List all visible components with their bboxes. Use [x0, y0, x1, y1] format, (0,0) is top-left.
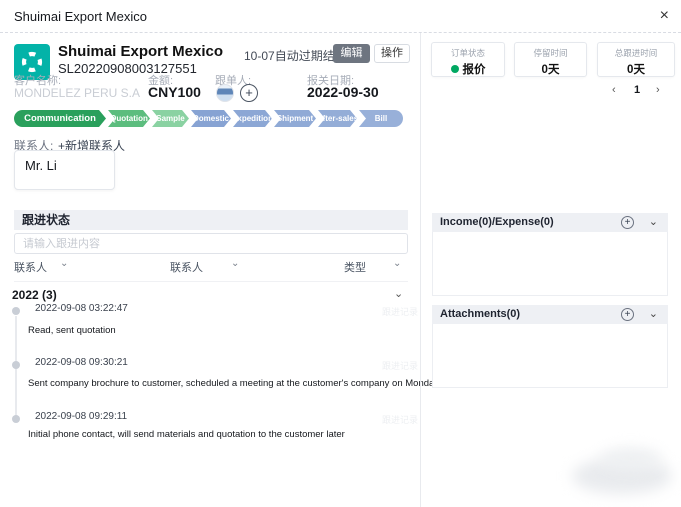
chevron-down-icon[interactable]: ⌄ — [649, 215, 658, 228]
add-follower-button[interactable]: + — [240, 84, 258, 102]
close-icon[interactable]: × — [660, 6, 669, 26]
stage-shipment[interactable]: Shipment — [274, 110, 316, 127]
follow-up-input[interactable] — [14, 233, 408, 254]
income-expense-header: Income(0)/Expense(0) + ⌄ — [432, 213, 668, 232]
attachments-body — [432, 324, 668, 388]
contact-name: Mr. Li — [15, 151, 114, 173]
entry-timestamp: 2022-09-08 09:30:21 — [35, 357, 128, 368]
entry-timestamp: 2022-09-08 09:29:11 — [35, 411, 127, 422]
pagination-prev-icon[interactable]: ‹ — [612, 84, 616, 96]
follow-up-section-header: 跟进状态 — [14, 210, 408, 230]
stay-time-value: 0天 — [515, 61, 586, 77]
filter-contact-2[interactable]: 联系人 — [170, 259, 203, 275]
entry-tag: 跟进记录 — [382, 305, 418, 318]
order-number: SL20220908003127551 — [58, 61, 197, 76]
stay-time-card: 停留时间 0天 — [514, 42, 587, 77]
contact-card[interactable]: Mr. Li — [14, 150, 115, 190]
total-follow-time-card: 总跟进时间 0天 — [597, 42, 675, 77]
add-income-icon[interactable]: + — [621, 216, 634, 229]
pagination-next-icon[interactable]: › — [656, 84, 660, 96]
follower-avatar[interactable] — [216, 84, 234, 102]
customer-name-value: MONDELEZ PERU S.A — [14, 86, 140, 100]
entry-timestamp: 2022-09-08 03:22:47 — [35, 303, 128, 314]
chevron-down-icon[interactable]: ⌄ — [60, 258, 68, 269]
follow-up-section-title: 跟进状态 — [14, 210, 408, 230]
divider — [14, 281, 408, 282]
chevron-down-icon[interactable]: ⌄ — [649, 307, 658, 320]
action-button[interactable]: 操作 — [374, 44, 410, 63]
chevron-down-icon[interactable]: ⌄ — [393, 258, 401, 269]
chevron-down-icon[interactable]: ⌄ — [394, 287, 403, 300]
timeline-dot — [12, 415, 20, 423]
stage-sample[interactable]: Sample — [152, 110, 189, 127]
pagination-page-1[interactable]: 1 — [634, 84, 640, 96]
watermark-smudge — [600, 448, 662, 470]
modal-titlebar: Shuimai Export Mexico × — [0, 0, 681, 33]
order-status-label: 订单状态 — [432, 47, 504, 59]
entry-tag: 跟进记录 — [382, 359, 418, 372]
stage-domestic[interactable]: Domestic — [191, 110, 231, 127]
customer-detail-modal: Shuimai Export Mexico × Shuimai Export M… — [0, 0, 681, 507]
entry-tag: 跟进记录 — [382, 413, 418, 426]
close-date-value: 2022-09-30 — [307, 84, 379, 100]
stage-quotation[interactable]: Quotation — [108, 110, 150, 127]
order-status-card: 订单状态 报价 — [431, 42, 505, 77]
timeline-dot — [12, 361, 20, 369]
order-status-dot — [451, 65, 459, 73]
total-follow-time-value: 0天 — [598, 61, 674, 77]
auto-expire-note: 10-07自动过期结单 — [244, 47, 347, 64]
stay-time-label: 停留时间 — [515, 47, 586, 59]
timeline-year-group: 2022 (3) — [12, 288, 57, 302]
add-attachment-icon[interactable]: + — [621, 308, 634, 321]
entry-text: Read, sent quotation — [28, 325, 116, 336]
stage-communication[interactable]: Communication — [14, 110, 106, 127]
timeline-dot — [12, 307, 20, 315]
total-follow-time-label: 总跟进时间 — [598, 47, 674, 59]
stage-after-sales[interactable]: After-sales — [318, 110, 357, 127]
income-expense-body — [432, 232, 668, 296]
entry-text: Initial phone contact, will send materia… — [28, 429, 345, 440]
entry-text: Sent company brochure to customer, sched… — [28, 378, 439, 389]
edit-button[interactable]: 编辑 — [333, 44, 370, 63]
column-divider — [420, 33, 421, 507]
filter-type[interactable]: 类型 — [344, 259, 366, 275]
stage-expedition[interactable]: Expedition — [233, 110, 272, 127]
modal-title: Shuimai Export Mexico — [14, 9, 147, 24]
attachments-header: Attachments(0) + ⌄ — [432, 305, 668, 324]
company-name: Shuimai Export Mexico — [58, 43, 223, 60]
stage-pipeline: Communication Quotation Sample Domestic … — [14, 110, 406, 127]
amount-value: CNY100 — [148, 84, 201, 100]
order-status-value: 报价 — [432, 61, 504, 77]
filter-contact-1[interactable]: 联系人 — [14, 259, 47, 275]
stage-bill[interactable]: Bill — [359, 110, 403, 127]
chevron-down-icon[interactable]: ⌄ — [231, 258, 239, 269]
lifebuoy-icon — [20, 50, 44, 74]
